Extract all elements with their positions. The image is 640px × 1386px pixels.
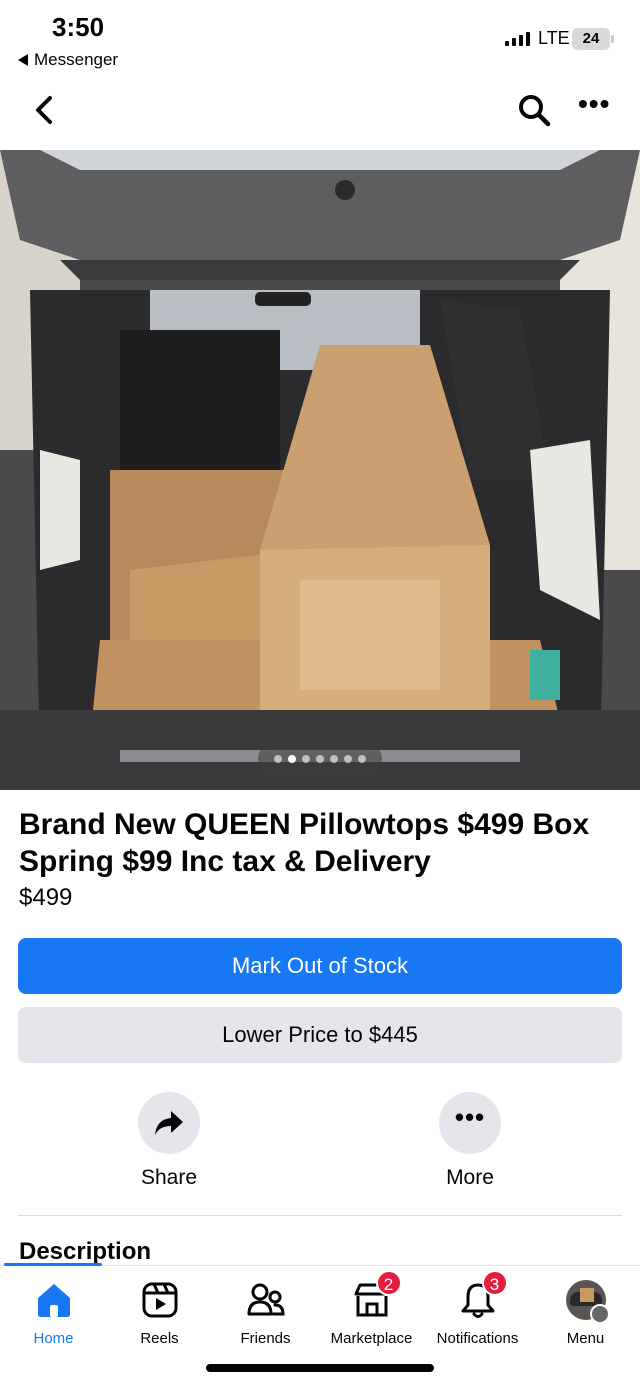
battery-icon: 24 [572, 28, 614, 50]
description-heading: Description [19, 1238, 152, 1265]
car-trunk-image [0, 150, 640, 790]
lower-price-button[interactable]: Lower Price to $445 [18, 1007, 622, 1063]
more-label: More [446, 1166, 494, 1189]
menu-lines-icon [589, 1304, 610, 1324]
tab-marketplace[interactable]: 2 Marketplace [318, 1266, 425, 1356]
listing-photo[interactable] [0, 150, 640, 790]
share-label: Share [140, 1166, 198, 1189]
status-bar: 3:50 Messenger LTE 24 [0, 0, 640, 80]
pager-dot [330, 755, 338, 763]
home-indicator [206, 1364, 434, 1372]
pager-dot [358, 755, 366, 763]
marketplace-badge: 2 [375, 1270, 402, 1296]
more-horizontal-icon: ••• [454, 1102, 486, 1132]
friends-icon [247, 1283, 285, 1316]
listing-title: Brand New QUEEN Pillowtops $499 Box Spri… [19, 808, 590, 878]
reels-icon [142, 1282, 177, 1318]
home-icon [37, 1284, 70, 1317]
back-to-messenger-link[interactable]: Messenger [18, 50, 118, 70]
tab-friends-label: Friends [240, 1330, 291, 1347]
pager-dot [274, 755, 282, 763]
notifications-badge: 3 [481, 1270, 508, 1296]
status-time: 3:50 [52, 12, 105, 42]
listing-price: $499 [19, 884, 73, 911]
more-action[interactable]: ••• More [400, 1092, 540, 1190]
pager-dot [344, 755, 352, 763]
tab-friends[interactable]: Friends [212, 1266, 319, 1356]
share-arrow-icon [155, 1111, 183, 1135]
tab-menu-label: Menu [566, 1330, 605, 1347]
share-button[interactable] [138, 1092, 200, 1154]
pager-dot [316, 755, 324, 763]
tab-marketplace-label: Marketplace [330, 1330, 413, 1347]
pager-dot [302, 755, 310, 763]
mark-out-of-stock-button[interactable]: Mark Out of Stock [18, 938, 622, 994]
tab-menu[interactable]: Menu [532, 1266, 639, 1356]
tab-notifications-label: Notifications [436, 1330, 519, 1347]
back-app-label: Messenger [34, 50, 119, 69]
search-icon[interactable] [516, 92, 552, 128]
tab-notifications[interactable]: 3 Notifications [424, 1266, 531, 1356]
pager-dot [288, 755, 296, 763]
divider [18, 1215, 622, 1216]
more-horizontal-icon[interactable]: ••• [578, 90, 614, 120]
network-type: LTE [538, 28, 570, 48]
tab-reels-label: Reels [140, 1330, 179, 1347]
back-triangle-icon [18, 54, 28, 66]
tab-home-label: Home [33, 1330, 74, 1347]
share-action[interactable]: Share [99, 1092, 239, 1190]
photo-pager-dots[interactable] [258, 744, 382, 774]
more-button[interactable]: ••• [439, 1092, 501, 1154]
tab-reels[interactable]: Reels [106, 1266, 213, 1356]
chevron-left-icon[interactable] [30, 94, 58, 126]
tab-home[interactable]: Home [0, 1266, 107, 1356]
signal-icon [505, 32, 530, 46]
nav-bar: ••• [0, 80, 640, 150]
